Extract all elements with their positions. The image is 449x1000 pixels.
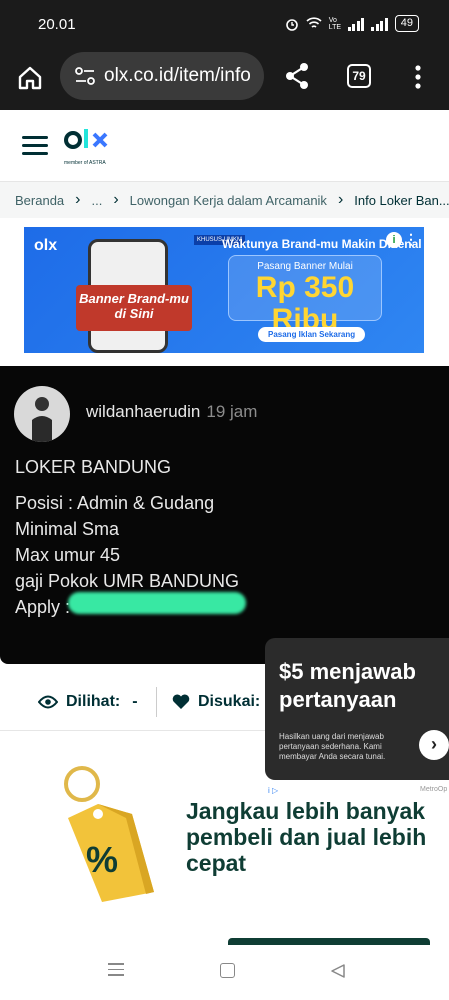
post-username-line: wildanhaerudin 19 jam xyxy=(86,402,257,422)
web-page: member of ASTRA Beranda › ... › Lowongan… xyxy=(0,110,449,945)
promo-button[interactable] xyxy=(228,938,430,945)
site-settings-icon[interactable] xyxy=(74,66,96,86)
tab-switcher-button[interactable]: 79 xyxy=(347,64,371,88)
status-bar: 20.01 Vo LTE 49 xyxy=(0,0,449,48)
discount-tag-icon: % xyxy=(64,766,154,902)
breadcrumb: Beranda › ... › Lowongan Kerja dalam Arc… xyxy=(0,182,449,218)
share-icon[interactable] xyxy=(284,62,310,90)
ad-price-box: Pasang Banner Mulai Rp 350 Ribu Bisa jan… xyxy=(228,255,382,342)
back-icon[interactable] xyxy=(330,963,346,979)
listing-image[interactable]: wildanhaerudin 19 jam LOKER BANDUNG Posis… xyxy=(0,366,449,664)
breadcrumb-item-home[interactable]: Beranda xyxy=(15,193,64,208)
eye-icon xyxy=(38,695,58,709)
site-header: member of ASTRA xyxy=(0,110,449,182)
signal-1-icon xyxy=(347,17,365,31)
likes-stat: Disukai: xyxy=(172,693,260,711)
likes-label: Disukai: xyxy=(198,693,261,710)
heart-icon xyxy=(172,694,190,709)
post-line: LOKER BANDUNG xyxy=(15,457,172,477)
system-nav-bar xyxy=(0,945,449,1000)
nav-home-icon[interactable] xyxy=(220,963,235,978)
chevron-right-icon[interactable]: › xyxy=(419,730,449,760)
url-bar[interactable]: olx.co.id/item/info xyxy=(60,52,264,100)
floating-ad[interactable]: $5 menjawab pertanyaan Hasilkan uang dar… xyxy=(265,638,449,780)
breadcrumb-item-category[interactable]: Lowongan Kerja dalam Arcamanik xyxy=(130,193,327,208)
network-label: Vo LTE xyxy=(328,16,342,31)
wifi-icon xyxy=(306,17,322,28)
more-vertical-icon[interactable] xyxy=(412,64,424,90)
float-ad-title: $5 menjawab pertanyaan xyxy=(279,659,416,712)
olx-logo-mark xyxy=(64,129,108,149)
chevron-right-icon: › xyxy=(75,191,81,208)
chevron-right-icon: › xyxy=(337,191,344,208)
info-icon[interactable]: i xyxy=(386,232,402,248)
post-line: Posisi : Admin & Gudang xyxy=(15,493,215,513)
alarm-icon xyxy=(285,18,298,31)
breadcrumb-item-current: Info Loker Ban... xyxy=(354,192,449,208)
ad-more-icon[interactable]: ⋮ xyxy=(404,231,418,248)
person-silhouette xyxy=(32,397,52,442)
adchoices-icon[interactable]: i ▷ xyxy=(268,786,278,795)
home-icon[interactable] xyxy=(16,64,44,92)
post-line: gaji Pokok UMR BANDUNG xyxy=(15,571,240,591)
olx-logo[interactable]: member of ASTRA xyxy=(64,126,112,166)
divider xyxy=(156,687,157,717)
ad-banner[interactable]: olx Banner Brand-mu di Sini KHUSUS UMKM … xyxy=(24,227,424,353)
svg-text:%: % xyxy=(86,839,118,880)
breadcrumb-item-ellipsis[interactable]: ... xyxy=(91,193,102,208)
post-line: Minimal Sma xyxy=(15,519,120,539)
promo-headline: Jangkau lebih banyak pembeli dan jual le… xyxy=(186,798,427,876)
battery-indicator: 49 xyxy=(394,15,419,32)
browser-toolbar: olx.co.id/item/info 79 xyxy=(0,48,449,110)
ad-promo-text: Banner Brand-mu di Sini xyxy=(76,285,192,331)
ad-olx-logo: olx xyxy=(34,237,58,254)
chevron-right-icon: › xyxy=(113,191,119,208)
signal-2-icon xyxy=(371,17,388,31)
ad-cta-button[interactable]: Pasang Iklan Sekarang xyxy=(258,327,366,342)
redaction-mark xyxy=(68,592,246,614)
post-time: 19 jam xyxy=(206,402,258,421)
recent-apps-icon[interactable] xyxy=(108,963,124,977)
views-value: - xyxy=(132,693,138,710)
url-text: olx.co.id/item/info xyxy=(104,65,251,86)
status-time: 20.01 xyxy=(38,16,76,33)
views-stat: Dilihat: - xyxy=(38,693,138,711)
float-ad-credit: MetroOp xyxy=(420,786,448,793)
logo-subtitle: member of ASTRA xyxy=(64,160,106,166)
post-username: wildanhaerudin xyxy=(86,402,201,421)
float-ad-description: Hasilkan uang dari menjawab pertanyaan s… xyxy=(279,732,386,761)
avatar xyxy=(14,386,70,442)
hamburger-menu-icon[interactable] xyxy=(22,136,48,155)
views-label: Dilihat: xyxy=(66,693,121,710)
post-line: Max umur 45 xyxy=(15,545,121,565)
status-icons: Vo LTE 49 xyxy=(285,15,419,32)
